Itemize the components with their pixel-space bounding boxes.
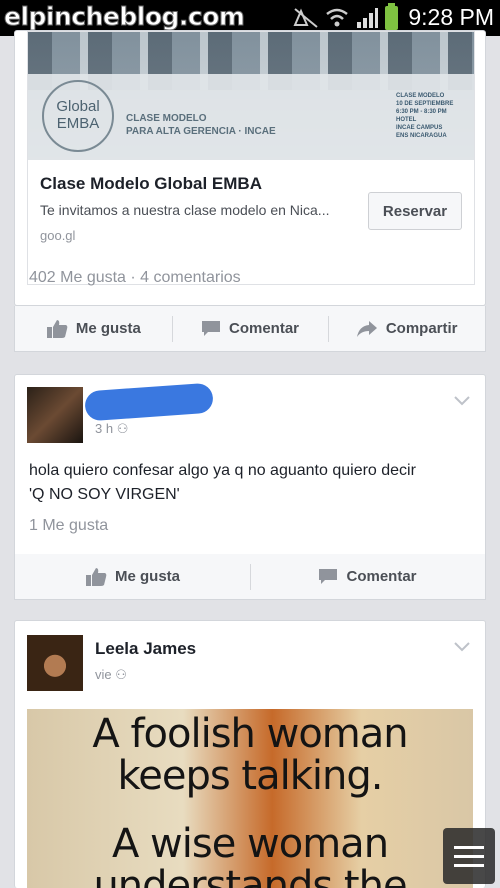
image-text-line: keeps talking. <box>117 753 384 799</box>
menu-button[interactable] <box>443 828 495 884</box>
event-info: CLASE MODELO 10 DE SEPTIEMBRE 6:30 PM - … <box>396 92 466 140</box>
share-label: Compartir <box>385 320 458 337</box>
wifi-icon <box>326 8 349 26</box>
image-text-line: A foolish woman <box>92 711 408 757</box>
comment-button[interactable]: Comentar <box>250 554 485 599</box>
image-text-line: A wise woman <box>111 821 389 867</box>
like-label: Me gusta <box>75 320 141 337</box>
menu-bar <box>454 854 484 858</box>
logo-line-1: Global <box>56 98 100 115</box>
battery-icon <box>385 2 399 30</box>
share-button[interactable]: Compartir <box>328 306 485 351</box>
avatar[interactable] <box>27 387 83 443</box>
preview-title[interactable]: Clase Modelo Global EMBA <box>40 174 262 194</box>
thumbs-up-icon <box>46 319 68 338</box>
event-info-line: INCAE CAMPUS <box>396 125 443 131</box>
comment-label: Comentar <box>229 320 300 337</box>
event-info-line: CLASE MODELO <box>396 93 445 99</box>
image-caption-line-1: CLASE MODELO <box>126 113 207 124</box>
post-card-1: Global EMBA CLASE MODELO PARA ALTA GEREN… <box>14 30 486 306</box>
comment-icon <box>202 320 220 336</box>
post-time[interactable]: 3 h ⚇ <box>95 421 128 437</box>
link-preview[interactable]: Global EMBA CLASE MODELO PARA ALTA GEREN… <box>27 31 475 285</box>
logo-line-2: EMBA <box>56 115 100 132</box>
event-info-line: HOTEL <box>396 117 417 123</box>
chevron-down-icon[interactable] <box>453 395 471 407</box>
status-icons: 9:28 PM <box>293 2 494 31</box>
like-button[interactable]: Me gusta <box>15 554 250 599</box>
preview-description: Te invitamos a nuestra clase modelo en N… <box>40 202 330 218</box>
like-label: Me gusta <box>114 568 180 585</box>
privacy-icon: ⚇ <box>116 421 129 436</box>
comment-icon <box>319 568 338 584</box>
share-icon <box>356 320 377 337</box>
event-info-line: 6:30 PM - 8:30 PM <box>396 109 447 115</box>
event-info-line: 10 DE SEPTIEMBRE <box>396 101 454 107</box>
image-caption-line-2: PARA ALTA GERENCIA · INCAE <box>126 126 276 137</box>
privacy-icon: ⚇ <box>115 667 127 682</box>
status-time: 9:28 PM <box>408 4 494 30</box>
reservar-button[interactable]: Reservar <box>368 192 462 230</box>
reaction-counts[interactable]: 402 Me gusta · 4 comentarios <box>29 269 241 287</box>
image-text-line: understands the <box>93 863 407 888</box>
reaction-counts[interactable]: 1 Me gusta <box>29 517 108 535</box>
event-info-line: ENS NICARAGUA <box>396 133 447 139</box>
mute-icon <box>293 7 318 28</box>
emba-logo: Global EMBA <box>42 80 114 152</box>
menu-bar <box>454 845 484 849</box>
like-button[interactable]: Me gusta <box>15 306 172 351</box>
post-text: hola quiero confesar algo ya q no aguant… <box>29 459 477 507</box>
author-name[interactable]: Leela James <box>95 639 196 659</box>
post-2-actions: Me gusta Comentar <box>14 554 486 600</box>
chevron-down-icon[interactable] <box>453 641 471 653</box>
avatar[interactable] <box>27 635 83 691</box>
comment-button[interactable]: Comentar <box>171 306 329 351</box>
post-card-3: Leela James vie ⚇ A foolish woman keeps … <box>14 620 486 888</box>
watermark: elpincheblog.com <box>3 2 245 32</box>
menu-bar <box>454 863 484 867</box>
post-1-actions: Me gusta Comentar Compartir <box>14 306 486 352</box>
post-time[interactable]: vie ⚇ <box>95 667 127 683</box>
redacted-name <box>84 382 214 422</box>
signal-icon <box>357 7 379 28</box>
comment-label: Comentar <box>346 568 417 585</box>
thumbs-up-icon <box>85 567 107 586</box>
post-time-text: vie <box>95 667 112 682</box>
post-time-text: 3 h <box>95 421 114 436</box>
post-text-line-2: 'Q NO SOY VIRGEN' <box>29 486 180 503</box>
preview-domain: goo.gl <box>40 228 76 243</box>
post-image[interactable]: A foolish woman keeps talking. A wise wo… <box>27 709 473 888</box>
preview-image[interactable]: Global EMBA CLASE MODELO PARA ALTA GEREN… <box>28 32 474 160</box>
image-caption: CLASE MODELO PARA ALTA GERENCIA · INCAE <box>126 112 276 138</box>
post-text-line-1: hola quiero confesar algo ya q no aguant… <box>29 462 416 479</box>
